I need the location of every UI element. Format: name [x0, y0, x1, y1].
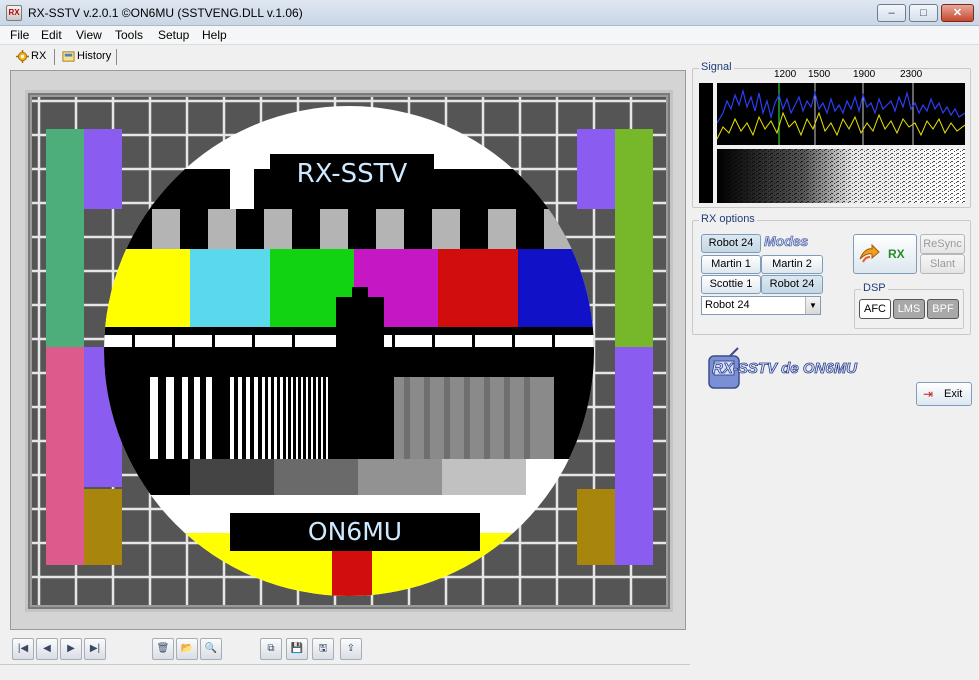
- image-toolbar: |◀ ◀ ▶ ▶| 🗑 📂 🔍 ⧉ 💾 🖫 ⇪: [10, 636, 686, 664]
- copy-button[interactable]: ⧉: [260, 638, 282, 660]
- menu-bar: File Edit View Tools Setup Help: [0, 26, 979, 45]
- chevron-down-icon[interactable]: ▼: [805, 297, 820, 314]
- copy-icon: ⧉: [267, 643, 275, 654]
- tab-rx[interactable]: RX: [14, 48, 52, 67]
- app-icon[interactable]: RX: [6, 5, 22, 21]
- save-icon: 💾: [290, 643, 304, 654]
- tab-rx-label: RX: [31, 50, 47, 62]
- zoom-icon: 🔍: [204, 643, 218, 654]
- save-as-button[interactable]: 🖫: [312, 638, 334, 660]
- tab-separator: [54, 49, 55, 65]
- last-image-button[interactable]: ▶|: [84, 638, 106, 660]
- rx-button[interactable]: RX: [853, 234, 917, 274]
- signal-title: Signal: [699, 61, 734, 73]
- signal-group: Signal 1200 1500 1900 2300: [692, 61, 971, 208]
- close-icon: ✕: [952, 7, 963, 19]
- resync-button[interactable]: ReSync: [920, 234, 965, 254]
- minimize-button[interactable]: ‒: [877, 4, 906, 22]
- first-image-button[interactable]: |◀: [12, 638, 34, 660]
- rx-options-group: RX options Robot 24 Modes Martin 1 Marti…: [692, 213, 971, 335]
- export-button[interactable]: ⇪: [340, 638, 362, 660]
- title-bar: RX RX-SSTV v.2.0.1 ©ON6MU (SSTVENG.DLL v…: [0, 0, 979, 26]
- image-frame: RX-SSTV ON6MU: [25, 90, 673, 612]
- menu-setup[interactable]: Setup: [158, 28, 189, 42]
- zoom-button[interactable]: 🔍: [200, 638, 222, 660]
- freq-label-2300: 2300: [900, 69, 923, 80]
- modes-logo: Modes: [764, 233, 809, 250]
- save-button[interactable]: 💾: [286, 638, 308, 660]
- logo-text: RX-SSTV de ON6MU: [712, 360, 858, 378]
- image-panel: RX-SSTV ON6MU: [10, 70, 686, 630]
- delete-button[interactable]: 🗑: [152, 638, 174, 660]
- exit-button-label: Exit: [944, 388, 963, 400]
- previous-image-button[interactable]: ◀: [36, 638, 58, 660]
- bpf-toggle[interactable]: BPF: [927, 299, 959, 319]
- dsp-title: DSP: [861, 282, 888, 294]
- mode-button-martin2[interactable]: Martin 2: [761, 255, 823, 274]
- exit-icon: ⇥: [923, 387, 934, 401]
- testcard-title: RX-SSTV: [270, 154, 434, 194]
- slant-button[interactable]: Slant: [920, 254, 965, 274]
- lms-toggle[interactable]: LMS: [893, 299, 925, 319]
- exit-button[interactable]: ⇥ Exit: [916, 382, 972, 406]
- rx-options-title: RX options: [699, 213, 757, 225]
- testcard-callsign: ON6MU: [230, 513, 480, 551]
- rx-arrow-icon: [859, 243, 880, 263]
- mode-select[interactable]: Robot 24 ▼: [701, 296, 821, 315]
- menu-help[interactable]: Help: [202, 28, 227, 42]
- signal-level-meter: [699, 83, 713, 203]
- tab-bar: RX History: [0, 45, 979, 68]
- gear-icon: [16, 50, 29, 63]
- tab-separator: [116, 49, 117, 65]
- freq-label-1500: 1500: [808, 69, 831, 80]
- spectrum-display: [717, 83, 965, 145]
- mode-button-robot24-2[interactable]: Robot 24: [761, 275, 823, 294]
- freq-label-1200: 1200: [774, 69, 797, 80]
- close-button[interactable]: ✕: [941, 4, 974, 22]
- mode-button-martin1[interactable]: Martin 1: [701, 255, 761, 274]
- next-icon: ▶: [67, 643, 75, 654]
- rx-button-label: RX: [888, 247, 905, 261]
- save-as-icon: 🖫: [318, 643, 328, 654]
- menu-tools[interactable]: Tools: [115, 28, 143, 42]
- tab-history-label: History: [77, 50, 112, 62]
- maximize-button[interactable]: □: [909, 4, 938, 22]
- mode-select-value: Robot 24: [705, 299, 750, 311]
- open-button[interactable]: 📂: [176, 638, 198, 660]
- afc-toggle[interactable]: AFC: [859, 299, 891, 319]
- prev-icon: ◀: [43, 643, 51, 654]
- export-icon: ⇪: [346, 643, 356, 654]
- next-image-button[interactable]: ▶: [60, 638, 82, 660]
- freq-label-1900: 1900: [853, 69, 876, 80]
- mode-button-scottie1[interactable]: Scottie 1: [701, 275, 761, 294]
- last-icon: ▶|: [89, 643, 101, 654]
- menu-file[interactable]: File: [10, 28, 29, 42]
- app-logo: RX-SSTV de ON6MU: [706, 346, 916, 392]
- dsp-group: DSP AFC LMS BPF: [854, 282, 964, 329]
- waterfall-display: [717, 149, 965, 203]
- menu-edit[interactable]: Edit: [41, 28, 62, 42]
- history-icon: [62, 51, 75, 62]
- maximize-icon: □: [920, 7, 927, 19]
- mode-button-robot24[interactable]: Robot 24: [701, 234, 761, 253]
- window-title: RX-SSTV v.2.0.1 ©ON6MU (SSTVENG.DLL v.1.…: [28, 6, 303, 20]
- first-icon: |◀: [17, 643, 29, 654]
- tab-history[interactable]: History: [60, 48, 116, 67]
- status-divider: [0, 664, 690, 665]
- delete-icon: 🗑: [156, 643, 170, 654]
- open-icon: 📂: [180, 643, 194, 654]
- menu-view[interactable]: View: [76, 28, 102, 42]
- minimize-icon: ‒: [888, 7, 895, 19]
